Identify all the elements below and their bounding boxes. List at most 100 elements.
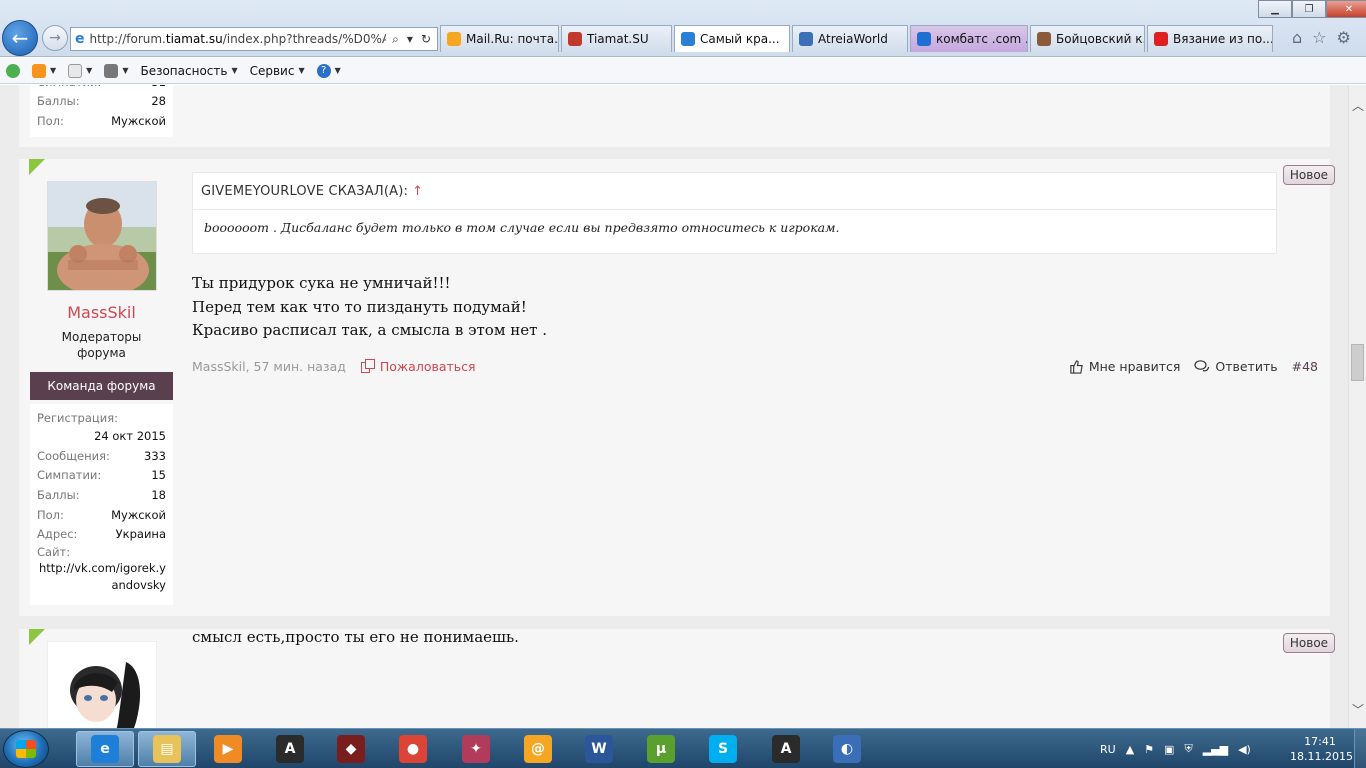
home-icon[interactable]: ⌂ [1292,28,1302,47]
taskbar-app-ie[interactable]: e [76,731,134,767]
media-icon: ▶ [214,735,242,763]
post-author-time[interactable]: MassSkil, 57 мин. назад [192,359,346,374]
taskbar-app-skype[interactable]: S [694,731,752,767]
dropdown-icon[interactable]: ▾ [407,32,413,47]
addon-icon[interactable] [6,63,20,78]
info-value: Украина [115,527,166,542]
new-post-marker [29,629,45,645]
taskbar-app-mail-agent[interactable]: @ [509,731,567,767]
minimize-button[interactable]: ▁ [1258,0,1292,18]
browser-tab[interactable]: Tiamat.SU [561,25,672,52]
tab-label: Mail.Ru: почта... [466,32,559,46]
taskbar-app-chrome[interactable]: ● [384,731,442,767]
info-label: Пол: [37,507,64,522]
tab-favicon-icon [447,32,461,46]
user-info-row: Симпатии: 31 [37,85,166,92]
message-line: Перед тем как что то пиздануть подумай! [192,297,527,316]
user-info-row: Адрес: Украина [37,524,166,544]
taskbar-app-explorer[interactable]: ▤ [138,731,196,767]
arrow-up-icon[interactable]: ↑ [412,184,423,199]
taskbar: e ▤ ▶ A ◆ ● ✦ @ Wµ S A ◐ RU ▲ ⚑ ▣ ⛨ ▂▄▆ ◀) 17:41 18… [0,728,1366,768]
taskbar-app-word[interactable]: W [570,731,628,767]
close-window-button[interactable]: ✕ [1326,0,1366,18]
taskbar-app-aion[interactable]: A [261,731,319,767]
language-indicator[interactable]: RU [1100,743,1116,756]
tray-expand-icon[interactable]: ▲ [1126,743,1134,756]
address-url[interactable]: http://forum.tiamat.su/index.php?threads… [90,32,387,46]
taskbar-app-character[interactable]: ✦ [447,731,505,767]
start-button[interactable] [3,730,49,768]
refresh-icon[interactable]: ↻ [421,32,431,47]
avatar[interactable] [47,641,157,728]
scroll-up-icon[interactable]: ︿ [1352,97,1364,114]
browser-tab[interactable]: Mail.Ru: почта... [440,25,559,52]
safety-menu[interactable]: Безопасность ▼ [140,64,237,78]
taskbar-app-media[interactable]: ▶ [199,731,257,767]
user-site-link[interactable]: http://vk.com/igorek.yandovsky [37,560,166,594]
user-info-row: Пол: Мужской [37,111,166,131]
forward-button[interactable]: → [42,25,68,51]
help-button[interactable]: ? ▼ [316,63,341,78]
report-icon [360,359,375,373]
address-bar[interactable]: e http://forum.tiamat.su/index.php?threa… [70,27,438,51]
signal-bars-icon[interactable]: ▂▄▆ [1203,743,1228,756]
tab-close-icon[interactable]: ✕ [788,33,789,46]
speech-bubbles-icon [1194,359,1210,371]
skype-icon: S [709,735,737,763]
mail-agent-icon: @ [524,735,552,763]
username[interactable]: MassSkil [30,303,173,322]
back-button[interactable]: ← [2,20,38,56]
scroll-down-icon[interactable]: ﹀ [1352,701,1364,718]
show-desktop-button[interactable] [1354,729,1366,768]
user-info: Регистрация: 24 окт 2015 Сообщения: 333 Си… [30,404,173,605]
browser-tab[interactable]: Вязание из по... [1147,25,1273,52]
vertical-scrollbar[interactable]: ︿ ﹀ [1348,85,1366,728]
info-label: Симпатии: [37,85,101,89]
info-label: Сообщения: [37,448,110,463]
message-line: Ты придурок сука не умничай!!! [192,274,451,292]
browser-tab[interactable]: Самый кра... ✕ [674,25,790,52]
site-label-row: Сайт: [37,544,71,559]
chrome-icon: ● [399,735,427,763]
rss-button[interactable]: ▼ [32,63,56,78]
mail-button[interactable]: ▼ [68,63,92,78]
browser-tab[interactable]: комбатс .com ... [910,25,1028,52]
network-x-icon[interactable]: ▣ [1164,743,1174,756]
character-icon: ✦ [462,735,490,763]
taskbar-app-launcher[interactable]: ◐ [818,731,876,767]
avatar[interactable] [47,181,157,291]
reply-button[interactable]: Ответить [1194,359,1278,374]
info-label: Баллы: [37,94,80,109]
taskbar-app-utorrent[interactable]: µ [632,731,690,767]
post-permalink[interactable]: #48 [1292,359,1318,374]
clock[interactable]: 17:41 18.11.2015 [1290,734,1353,764]
reg-value-row: 24 окт 2015 [94,429,166,443]
help-icon: ? [316,63,331,78]
mail-icon [68,63,83,78]
maximize-button[interactable]: ❐ [1292,0,1326,18]
taskbar-app-aion2[interactable]: A [757,731,815,767]
like-button[interactable]: Мне нравится [1069,359,1180,374]
taskbar-app-game[interactable]: ◆ [322,731,380,767]
tab-favicon-icon [799,32,813,46]
info-value: Мужской [111,113,166,128]
tab-favicon-icon [1154,32,1168,46]
search-icon[interactable]: ⌕ [392,32,399,47]
user-info-row: Баллы: 18 [37,485,166,505]
info-value: 18 [151,487,166,502]
browser-tab[interactable]: AtreiaWorld [792,25,908,52]
print-button[interactable]: ▼ [104,63,128,78]
service-menu[interactable]: Сервис ▼ [250,64,305,78]
browser-tab[interactable]: Бойцовский к... [1030,25,1145,52]
action-center-icon[interactable]: ⚑ [1144,743,1154,756]
volume-icon[interactable]: ◀) [1238,743,1251,756]
post-next: Новое смысл есть,просто ты его не понима… [19,628,1335,728]
gear-icon[interactable]: ⚙ [1337,28,1351,47]
antivirus-icon[interactable]: ⛨ [1184,742,1192,756]
report-button[interactable]: Пожаловаться [360,358,476,374]
scroll-thumb[interactable] [1351,344,1364,381]
post-footer: MassSkil, 57 мин. назад Пожаловаться Мне… [192,356,1318,376]
info-label: Баллы: [37,487,80,502]
info-value: 31 [151,85,166,89]
favorites-star-icon[interactable]: ☆ [1312,28,1326,47]
